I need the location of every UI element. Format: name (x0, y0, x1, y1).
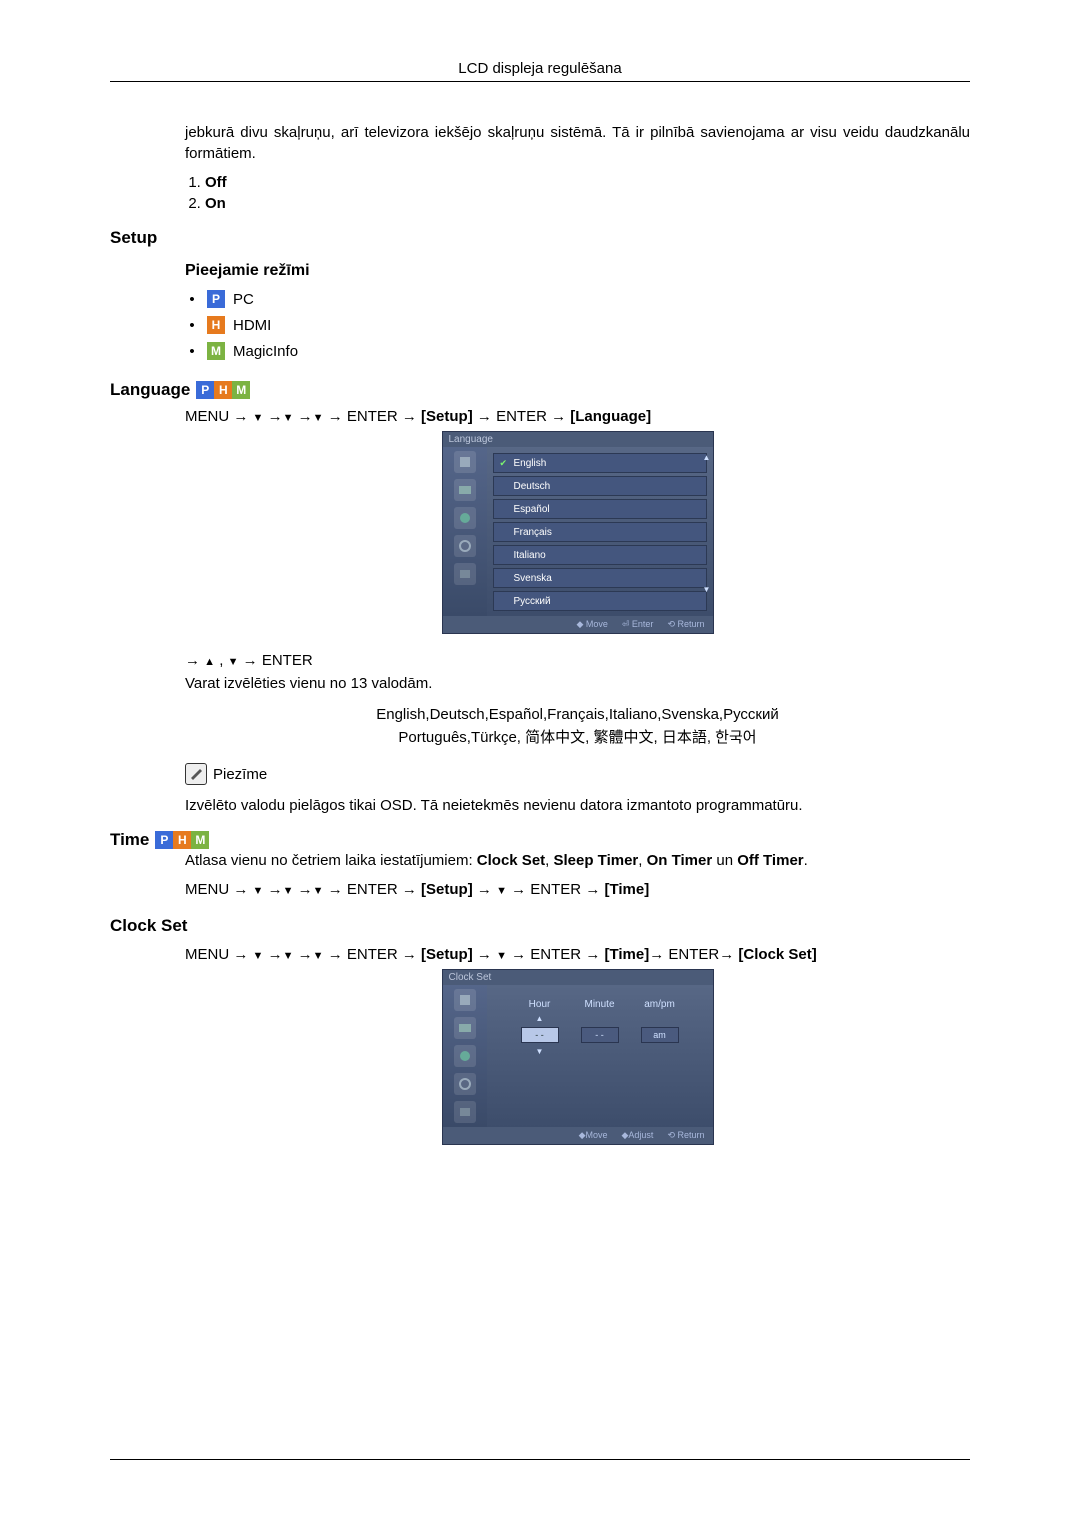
osd-item-english[interactable]: ✔English (493, 453, 707, 473)
scroll-down-icon[interactable]: ▼ (703, 585, 711, 594)
note-label: Piezīme (213, 766, 267, 783)
osd-sidebar-icon (454, 1073, 476, 1095)
option-off: Off (205, 174, 970, 191)
modes-heading: Pieejamie režīmi (185, 262, 970, 280)
osd-item-russian[interactable]: Русский (493, 591, 707, 611)
time-intro: Atlasa vienu no četriem laika iestatījum… (185, 850, 970, 871)
osd-footer-enter: ⏎ Enter (622, 619, 654, 630)
mode-hdmi-label: HDMI (233, 317, 271, 334)
osd-sidebar-icon (454, 507, 476, 529)
clockset-heading: Clock Set (110, 916, 970, 936)
osd-footer-move: ◆Move (579, 1130, 608, 1141)
clock-hour-value[interactable]: - - (521, 1027, 559, 1043)
p-icon: P (207, 290, 225, 308)
p-icon: P (196, 381, 214, 399)
h-icon: H (214, 381, 232, 399)
bottom-rule (110, 1459, 970, 1460)
osd-sidebar-icon (454, 1045, 476, 1067)
osd-sidebar-icon (454, 535, 476, 557)
h-icon: H (173, 831, 191, 849)
osd-sidebar-icon (454, 563, 476, 585)
osd-sidebar (443, 985, 487, 1127)
setup-heading: Setup (110, 228, 970, 248)
osd-sidebar-icon (454, 479, 476, 501)
top-rule (110, 81, 970, 82)
osd-item-espanol[interactable]: Español (493, 499, 707, 519)
clock-ampm-col[interactable]: am/pm ▲ am ▼ (641, 999, 679, 1056)
h-icon: H (207, 316, 225, 334)
osd-item-francais[interactable]: Français (493, 522, 707, 542)
osd-title: Clock Set (443, 970, 713, 985)
mode-magicinfo-label: MagicInfo (233, 343, 298, 360)
clock-ampm-value[interactable]: am (641, 1027, 679, 1043)
mode-pc: • P PC (185, 290, 970, 308)
mode-magicinfo: • M MagicInfo (185, 342, 970, 360)
language-heading: Language (110, 380, 190, 400)
osd-footer-return: ⟲ Return (667, 619, 704, 630)
clock-hour-label: Hour (529, 999, 551, 1010)
osd-language-menu: Language ✔English Deutsch Español França… (442, 431, 714, 634)
clock-minute-value[interactable]: - - (581, 1027, 619, 1043)
language-nav-1: MENU → ▼ →▼ →▼ → ENTER → [Setup] → ENTER… (185, 408, 970, 425)
m-icon: M (207, 342, 225, 360)
p-icon: P (155, 831, 173, 849)
osd-title: Language (443, 432, 713, 447)
bullet-icon: • (185, 291, 199, 308)
osd-item-deutsch[interactable]: Deutsch (493, 476, 707, 496)
osd-footer: ◆ Move ⏎ Enter ⟲ Return (443, 616, 713, 633)
language-nav-2: → ▲ , ▼ → ENTER (185, 652, 970, 669)
osd-scrollbar[interactable]: ▲ ▼ (703, 453, 711, 594)
mode-pc-label: PC (233, 291, 254, 308)
osd-footer: ◆Move ◆Adjust ⟲ Return (443, 1127, 713, 1144)
clock-ampm-label: am/pm (644, 999, 675, 1010)
language-list: English,Deutsch,Español,Français,Italian… (185, 704, 970, 749)
arrow-down-icon[interactable]: ▼ (536, 1047, 544, 1056)
bullet-icon: • (185, 343, 199, 360)
time-nav: MENU → ▼ →▼ →▼ → ENTER → [Setup] → ▼ → E… (185, 881, 970, 898)
arrow-up-icon[interactable]: ▲ (536, 1014, 544, 1023)
osd-sidebar-icon (454, 451, 476, 473)
m-icon: M (191, 831, 209, 849)
note-icon (185, 763, 207, 785)
osd-sidebar-icon (454, 989, 476, 1011)
scroll-up-icon[interactable]: ▲ (703, 453, 711, 462)
osd-clockset-menu: Clock Set Hour ▲ (442, 969, 714, 1145)
osd-sidebar-icon (454, 1101, 476, 1123)
time-heading: Time (110, 830, 149, 850)
mode-hdmi: • H HDMI (185, 316, 970, 334)
language-choose-text: Varat izvēlēties vienu no 13 valodām. (185, 673, 970, 694)
clock-minute-col[interactable]: Minute ▲ - - ▼ (581, 999, 619, 1056)
osd-footer-adjust: ◆Adjust (622, 1130, 654, 1141)
osd-sidebar-icon (454, 1017, 476, 1039)
osd-footer-return: ⟲ Return (667, 1130, 704, 1141)
clock-minute-label: Minute (584, 999, 614, 1010)
check-icon: ✔ (500, 458, 508, 469)
m-icon: M (232, 381, 250, 399)
osd-footer-move: ◆ Move (576, 619, 607, 630)
note-text: Izvēlēto valodu pielāgos tikai OSD. Tā n… (185, 795, 970, 816)
page-header: LCD displeja regulēšana (110, 60, 970, 77)
clockset-nav: MENU → ▼ →▼ →▼ → ENTER → [Setup] → ▼ → E… (185, 946, 970, 963)
osd-item-italiano[interactable]: Italiano (493, 545, 707, 565)
clock-hour-col[interactable]: Hour ▲ - - ▼ (521, 999, 559, 1056)
osd-item-svenska[interactable]: Svenska (493, 568, 707, 588)
intro-paragraph: jebkurā divu skaļruņu, arī televizora ie… (185, 122, 970, 164)
bullet-icon: • (185, 317, 199, 334)
osd-sidebar (443, 447, 487, 616)
option-on: On (205, 195, 970, 212)
